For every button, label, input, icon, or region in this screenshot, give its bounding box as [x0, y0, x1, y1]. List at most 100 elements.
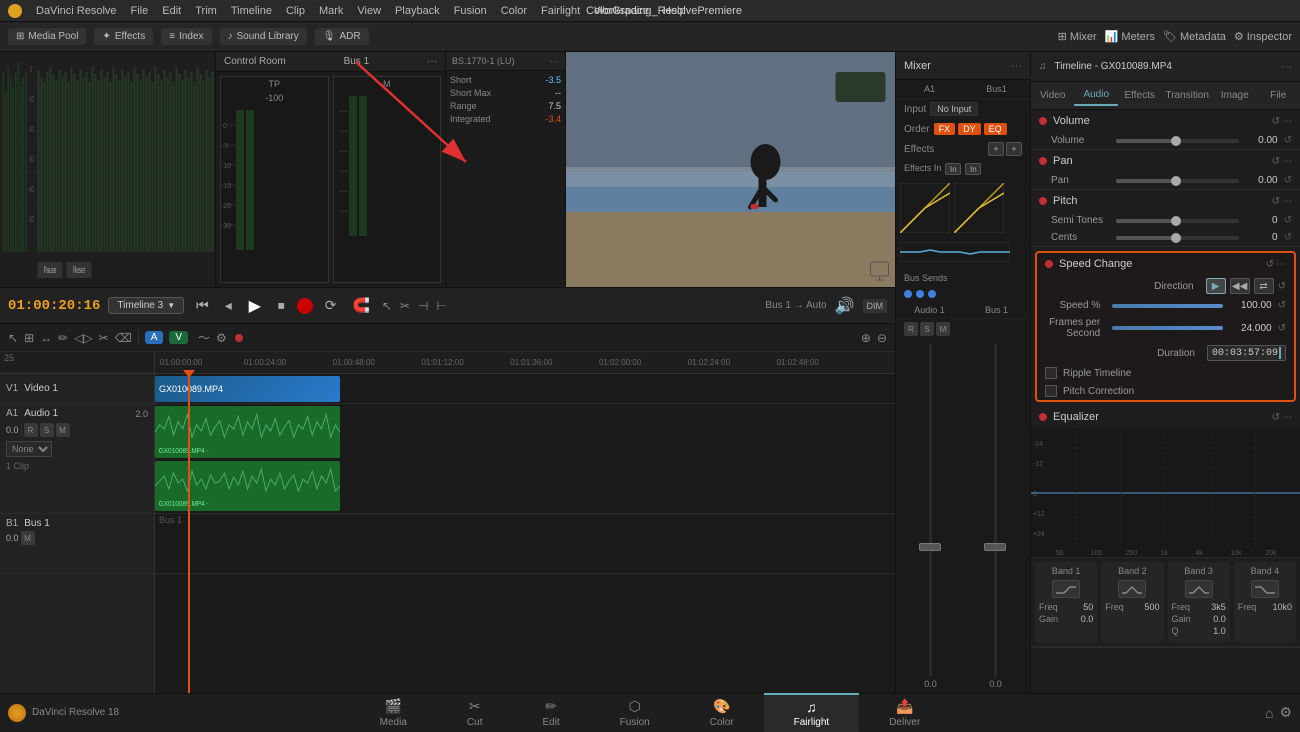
menu-timeline[interactable]: Timeline	[231, 5, 272, 17]
speed-change-more-icon[interactable]: ⋯	[1276, 259, 1286, 270]
speed-slider[interactable]	[1112, 304, 1222, 308]
menu-fairlight[interactable]: Fairlight	[541, 5, 580, 17]
fx-tag-fx[interactable]: FX	[934, 123, 956, 135]
zoom-out-icon[interactable]: ⊖	[877, 331, 887, 345]
cut-tool[interactable]: ✂	[400, 299, 410, 313]
inspector-more-icon[interactable]: ···	[1281, 61, 1292, 73]
a1-m-button[interactable]: M	[56, 423, 70, 437]
eq-section-header[interactable]: Equalizer ↺ ⋯	[1031, 406, 1300, 428]
fader-bus1-track[interactable]	[994, 343, 997, 677]
pitch-more-icon[interactable]: ⋯	[1282, 196, 1292, 207]
settings-gear-icon[interactable]: ⚙	[1279, 704, 1292, 721]
zoom-in-icon[interactable]: ⊕	[861, 331, 871, 345]
stop-button[interactable]: ⏹	[274, 295, 289, 316]
a1-channel-select[interactable]: None	[6, 441, 52, 457]
dir-pingpong-button[interactable]: ⇄	[1254, 278, 1274, 294]
tab-cut[interactable]: ✂ Cut	[437, 694, 513, 732]
semitones-slider[interactable]	[1116, 219, 1238, 223]
range-select-tool[interactable]: ⊞	[24, 331, 34, 345]
direction-reset-icon[interactable]: ↺	[1278, 281, 1286, 292]
settings-icon[interactable]: ⚙	[216, 331, 227, 345]
adr-button[interactable]: 🎙 ADR	[315, 28, 369, 45]
menu-playback[interactable]: Playback	[395, 5, 440, 17]
fader-bus1-knob[interactable]	[984, 543, 1006, 551]
s-button[interactable]: S	[920, 322, 934, 336]
video-color-button[interactable]: V	[169, 331, 188, 344]
speed-reset-icon[interactable]: ↺	[1278, 300, 1286, 311]
ripple-checkbox[interactable]	[1045, 367, 1057, 379]
trim-tool[interactable]: ⊣	[418, 299, 428, 313]
volume-reset-icon[interactable]: ↺	[1284, 135, 1292, 146]
a1-r-button[interactable]: R	[24, 423, 38, 437]
cursor-tool[interactable]: ↖	[382, 299, 392, 313]
eq-band-1-shape-btn[interactable]	[1052, 580, 1080, 598]
go-to-start-button[interactable]: ⏮	[192, 295, 213, 316]
loop-button[interactable]: ⟳	[321, 295, 341, 316]
pan-section-reset[interactable]: ↺	[1272, 156, 1280, 167]
r-button[interactable]: R	[904, 322, 918, 336]
pan-slider-thumb[interactable]	[1171, 176, 1181, 186]
menu-mark[interactable]: Mark	[319, 5, 343, 17]
effects-remove-button[interactable]: +	[1006, 142, 1022, 156]
waveform-button[interactable]: 〜	[198, 329, 210, 346]
menu-trim[interactable]: Trim	[195, 5, 217, 17]
menu-view[interactable]: View	[357, 5, 381, 17]
mixer-more-icon[interactable]: ···	[1011, 60, 1022, 72]
pan-more-icon[interactable]: ⋯	[1282, 156, 1292, 167]
volume-slider[interactable]	[1116, 139, 1238, 143]
cents-reset-icon[interactable]: ↺	[1284, 232, 1292, 243]
tab-transition[interactable]: Transition	[1161, 86, 1213, 105]
video-clip-1[interactable]: GX010089.MP4	[155, 376, 340, 402]
menu-davinci-resolve[interactable]: DaVinci Resolve	[36, 5, 117, 17]
audio-clip-top[interactable]: GX010089.MP4 -	[155, 406, 340, 458]
menu-clip[interactable]: Clip	[286, 5, 305, 17]
dynamic-trim-tool[interactable]: ⊢	[437, 299, 447, 313]
media-pool-button[interactable]: ⊞ Media Pool	[8, 28, 86, 45]
pitch-section-header[interactable]: Pitch ↺ ⋯	[1031, 190, 1300, 212]
audio-clip-bottom[interactable]: GX010089.MP4 -	[155, 461, 340, 511]
volume-slider-thumb[interactable]	[1171, 136, 1181, 146]
volume-more-icon[interactable]: ⋯	[1282, 116, 1292, 127]
audio-color-button[interactable]: A	[145, 331, 164, 344]
menu-color[interactable]: Color	[501, 5, 527, 17]
tab-media[interactable]: 🎬 Media	[350, 694, 437, 732]
fx-tag-dy[interactable]: DY	[958, 123, 981, 135]
tab-effects[interactable]: Effects	[1118, 86, 1161, 105]
fader-a1-knob[interactable]	[919, 543, 941, 551]
menu-fusion[interactable]: Fusion	[454, 5, 487, 17]
m-button[interactable]: M	[936, 322, 950, 336]
cents-slider-thumb[interactable]	[1171, 233, 1181, 243]
fps-slider[interactable]	[1112, 326, 1222, 330]
pan-reset-icon[interactable]: ↺	[1284, 175, 1292, 186]
tab-audio[interactable]: Audio	[1074, 85, 1117, 106]
dynamic-edit-tool[interactable]: ✏	[58, 331, 68, 345]
effects-in-button-1[interactable]: In	[945, 163, 961, 175]
tab-fusion[interactable]: ⬡ Fusion	[590, 694, 680, 732]
tab-video[interactable]: Video	[1031, 86, 1074, 105]
pitch-correction-checkbox[interactable]	[1045, 385, 1057, 397]
record-button[interactable]	[297, 298, 313, 314]
timeline-name-dropdown[interactable]: Timeline 3 ▼	[108, 297, 184, 314]
sound-library-button[interactable]: ♪ Sound Library	[220, 28, 307, 45]
blade-edit-tool[interactable]: ✂	[99, 331, 109, 345]
effects-button[interactable]: ✦ Effects	[94, 28, 153, 45]
inspector-button[interactable]: ⚙ Inspector	[1234, 30, 1292, 43]
effects-in-button-2[interactable]: In	[965, 163, 981, 175]
pan-slider[interactable]	[1116, 179, 1238, 183]
volume-section-reset[interactable]: ↺	[1272, 116, 1280, 127]
semitones-slider-thumb[interactable]	[1171, 216, 1181, 226]
fx-tag-eq[interactable]: EQ	[984, 123, 1007, 135]
metadata-button[interactable]: 🏷 Metadata	[1163, 30, 1226, 43]
speed-change-reset-icon[interactable]: ↺	[1266, 259, 1274, 270]
slip-edit-tool[interactable]: ◁▷	[74, 331, 92, 345]
eq-band-2-shape-btn[interactable]	[1118, 580, 1146, 598]
eq-band-4-shape-btn[interactable]	[1251, 580, 1279, 598]
volume-icon[interactable]: 🔊	[835, 296, 855, 316]
mixer-button[interactable]: ⊞ Mixer	[1058, 30, 1097, 43]
home-icon[interactable]: ⌂	[1265, 705, 1273, 721]
eq-band-3-shape-btn[interactable]	[1185, 580, 1213, 598]
cents-slider[interactable]	[1116, 236, 1238, 240]
meters-button[interactable]: 📊 Meters	[1105, 30, 1155, 43]
dir-backward-button[interactable]: ◀◀	[1230, 278, 1250, 294]
fps-reset-icon[interactable]: ↺	[1278, 323, 1286, 334]
